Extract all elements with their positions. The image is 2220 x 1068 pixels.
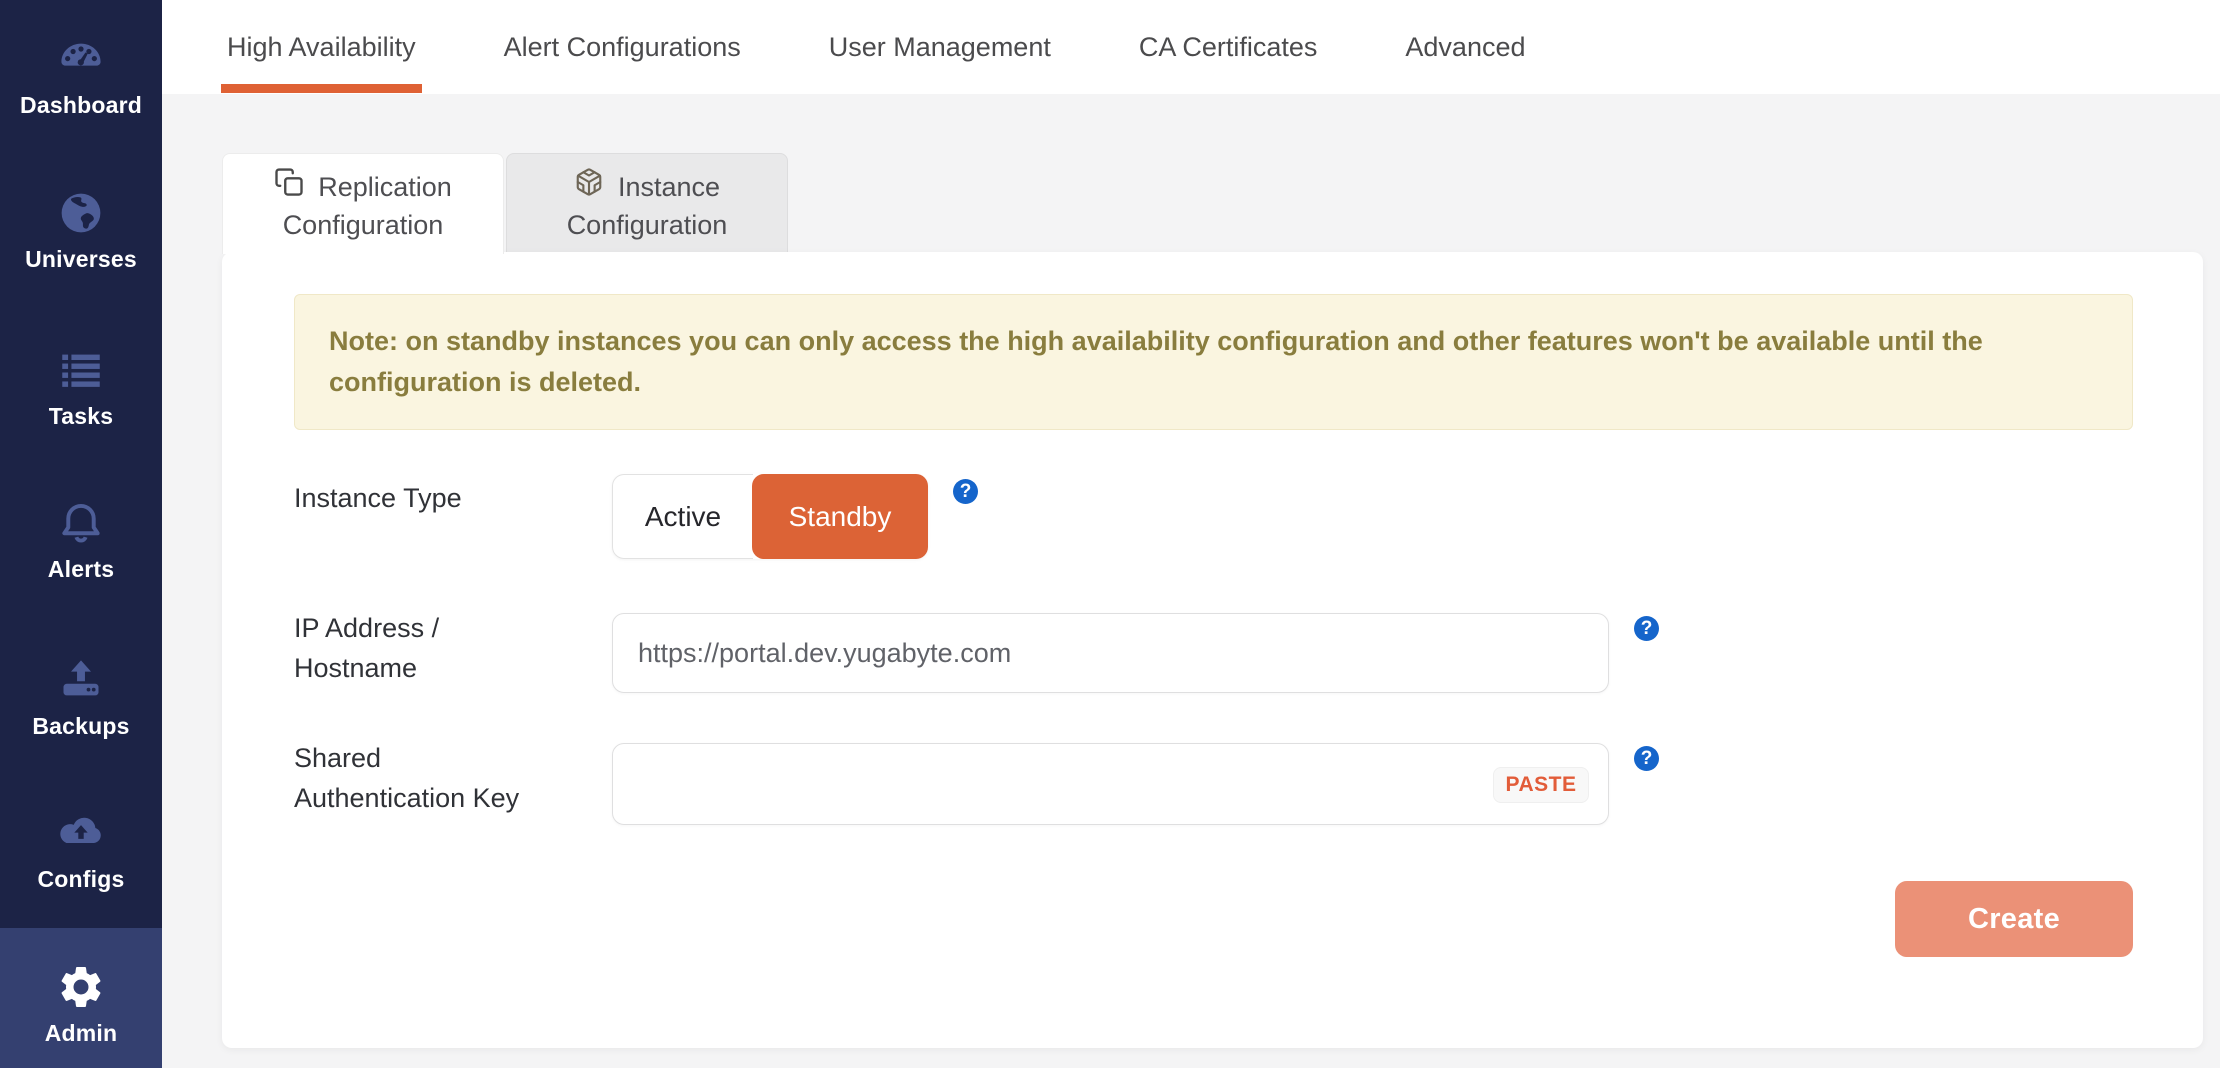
tab-user-management[interactable]: User Management bbox=[829, 0, 1051, 94]
shared-auth-key-help-icon[interactable]: ? bbox=[1634, 746, 1659, 771]
sidebar-item-dashboard[interactable]: Dashboard bbox=[0, 34, 162, 119]
sidebar-item-label: Universes bbox=[0, 246, 162, 273]
copy-icon bbox=[274, 167, 304, 207]
sidebar-item-label: Configs bbox=[0, 866, 162, 893]
subtab-instance-configuration[interactable]: Instance Configuration bbox=[506, 153, 788, 253]
globe-icon bbox=[0, 188, 162, 238]
ip-address-input[interactable] bbox=[612, 613, 1609, 693]
sidebar-item-label: Dashboard bbox=[0, 92, 162, 119]
tab-high-availability[interactable]: High Availability bbox=[227, 0, 416, 94]
sidebar-item-universes[interactable]: Universes bbox=[0, 188, 162, 273]
shared-auth-key-label: Shared Authentication Key bbox=[294, 738, 552, 818]
tab-advanced[interactable]: Advanced bbox=[1405, 0, 1525, 94]
instance-type-label: Instance Type bbox=[294, 478, 552, 518]
tabs: High Availability Alert Configurations U… bbox=[162, 0, 2220, 94]
replication-configuration-panel: Note: on standby instances you can only … bbox=[222, 252, 2203, 1048]
sidebar-item-backups[interactable]: Backups bbox=[0, 655, 162, 740]
create-button[interactable]: Create bbox=[1895, 881, 2133, 957]
subtab-label-line2: Configuration bbox=[223, 207, 503, 244]
sidebar-item-alerts[interactable]: Alerts bbox=[0, 498, 162, 583]
ip-address-label: IP Address / Hostname bbox=[294, 608, 552, 688]
shared-auth-key-field: PASTE bbox=[612, 743, 1609, 825]
note-text: Note: on standby instances you can only … bbox=[329, 326, 1983, 397]
sidebar-item-configs[interactable]: Configs bbox=[0, 808, 162, 893]
dashboard-gauge-icon bbox=[0, 34, 162, 84]
shared-auth-key-input[interactable] bbox=[612, 743, 1609, 825]
sidebar-item-label: Backups bbox=[0, 713, 162, 740]
sidebar-item-label: Admin bbox=[0, 1020, 162, 1047]
gear-icon bbox=[0, 962, 162, 1012]
standby-note-banner: Note: on standby instances you can only … bbox=[294, 294, 2133, 430]
sidebar-item-tasks[interactable]: Tasks bbox=[0, 345, 162, 430]
subtab-label-line1: Replication bbox=[318, 169, 452, 206]
content-area: Replication Configuration Instance Confi… bbox=[162, 94, 2220, 1068]
instance-type-help-icon[interactable]: ? bbox=[953, 479, 978, 504]
instance-type-option-active[interactable]: Active bbox=[612, 474, 753, 559]
yugabyte-admin-screen: Dashboard Universes Tasks Alerts Backups bbox=[0, 0, 2220, 1068]
bell-icon bbox=[0, 498, 162, 548]
tab-ca-certificates[interactable]: CA Certificates bbox=[1139, 0, 1318, 94]
sidebar: Dashboard Universes Tasks Alerts Backups bbox=[0, 0, 162, 1068]
sidebar-item-label: Alerts bbox=[0, 556, 162, 583]
codesandbox-icon bbox=[574, 167, 604, 207]
sidebar-item-admin[interactable]: Admin bbox=[0, 928, 162, 1068]
cloud-upload-icon bbox=[0, 808, 162, 858]
subtab-label-line1: Instance bbox=[618, 169, 720, 206]
task-list-icon bbox=[0, 345, 162, 395]
tab-alert-configurations[interactable]: Alert Configurations bbox=[504, 0, 741, 94]
top-tab-bar: High Availability Alert Configurations U… bbox=[162, 0, 2220, 94]
instance-type-toggle: Active Standby bbox=[612, 474, 928, 559]
backup-upload-icon bbox=[0, 655, 162, 705]
sidebar-item-label: Tasks bbox=[0, 403, 162, 430]
paste-button[interactable]: PASTE bbox=[1493, 767, 1589, 803]
ip-address-help-icon[interactable]: ? bbox=[1634, 616, 1659, 641]
subtab-label-line2: Configuration bbox=[507, 207, 787, 244]
instance-type-option-standby[interactable]: Standby bbox=[752, 474, 928, 559]
subtab-replication-configuration[interactable]: Replication Configuration bbox=[222, 153, 504, 254]
